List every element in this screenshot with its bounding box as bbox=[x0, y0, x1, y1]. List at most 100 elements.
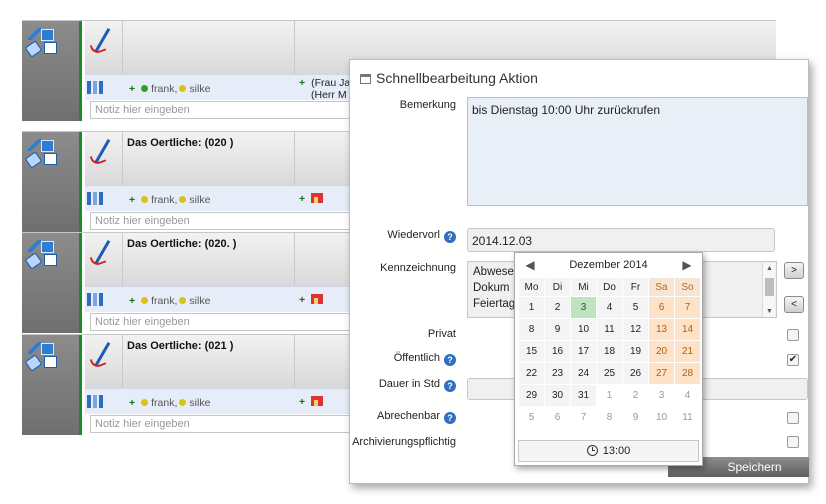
calendar-day[interactable]: 1 bbox=[519, 297, 544, 318]
calendar-day[interactable]: 25 bbox=[597, 363, 622, 384]
participant-name[interactable]: frank, bbox=[151, 397, 177, 409]
tag-icon[interactable] bbox=[24, 40, 43, 58]
calendar-day[interactable]: 8 bbox=[597, 407, 622, 428]
calendar-day[interactable]: 14 bbox=[675, 319, 700, 340]
calendar-day[interactable]: 9 bbox=[545, 319, 570, 340]
calendar-day[interactable]: 13 bbox=[649, 319, 674, 340]
participant-name[interactable]: frank, bbox=[151, 295, 177, 307]
document-icon[interactable] bbox=[44, 42, 57, 54]
list-scrollbar[interactable]: ▲ ▼ bbox=[762, 263, 775, 317]
calendar-day[interactable]: 24 bbox=[571, 363, 596, 384]
archivierung-checkbox[interactable] bbox=[787, 436, 799, 448]
calendar-day[interactable]: 2 bbox=[623, 385, 648, 406]
calendar-day[interactable]: 9 bbox=[623, 407, 648, 428]
signature-icon[interactable] bbox=[89, 239, 117, 269]
calendar-day[interactable]: 10 bbox=[571, 319, 596, 340]
pencil-icon[interactable] bbox=[28, 28, 41, 40]
participant-name[interactable]: silke bbox=[189, 194, 210, 206]
calendar-day[interactable]: 12 bbox=[623, 319, 648, 340]
wiedervorlage-date-input[interactable]: 2014.12.03 bbox=[467, 228, 775, 252]
house-icon[interactable] bbox=[311, 294, 324, 304]
calendar-day[interactable]: 30 bbox=[545, 385, 570, 406]
row-toolbar bbox=[22, 233, 82, 333]
window-icon[interactable] bbox=[41, 29, 54, 41]
calendar-day[interactable]: 19 bbox=[623, 341, 648, 362]
calendar-day[interactable]: 1 bbox=[597, 385, 622, 406]
pencil-icon[interactable] bbox=[28, 240, 41, 252]
calendar-day[interactable]: 31 bbox=[571, 385, 596, 406]
calendar-day[interactable]: 5 bbox=[519, 407, 544, 428]
help-icon[interactable]: ? bbox=[444, 380, 456, 392]
calendar-day[interactable]: 5 bbox=[623, 297, 648, 318]
participant-name[interactable]: silke bbox=[189, 397, 210, 409]
tag-icon[interactable] bbox=[24, 252, 43, 270]
calendar-day[interactable]: 7 bbox=[571, 407, 596, 428]
calendar-day[interactable]: 23 bbox=[545, 363, 570, 384]
privat-checkbox[interactable] bbox=[787, 329, 799, 341]
participant-name[interactable]: frank, bbox=[151, 83, 177, 95]
calendar-day[interactable]: 26 bbox=[623, 363, 648, 384]
calendar-day[interactable]: 11 bbox=[597, 319, 622, 340]
signature-icon[interactable] bbox=[89, 341, 117, 371]
bemerkung-textarea[interactable]: bis Dienstag 10:00 Uhr zurückrufen bbox=[467, 97, 808, 206]
calendar-day[interactable]: 4 bbox=[675, 385, 700, 406]
calendar-day[interactable]: 29 bbox=[519, 385, 544, 406]
calendar-day[interactable]: 4 bbox=[597, 297, 622, 318]
tag-icon[interactable] bbox=[24, 354, 43, 372]
phone-list-icon[interactable] bbox=[87, 395, 105, 408]
house-icon[interactable] bbox=[311, 193, 324, 203]
calendar-day[interactable]: 28 bbox=[675, 363, 700, 384]
time-button[interactable]: 13:00 bbox=[518, 440, 699, 462]
participant-name[interactable]: silke bbox=[189, 83, 210, 95]
calendar-day-selected[interactable]: 3 bbox=[571, 297, 596, 318]
signature-icon[interactable] bbox=[89, 27, 117, 57]
help-icon[interactable]: ? bbox=[444, 231, 456, 243]
calendar-day[interactable]: 17 bbox=[571, 341, 596, 362]
pencil-icon[interactable] bbox=[28, 139, 41, 151]
window-icon[interactable] bbox=[41, 241, 54, 253]
help-icon[interactable]: ? bbox=[444, 354, 456, 366]
kennzeichnung-label: Kennzeichnung bbox=[380, 262, 456, 274]
help-icon[interactable]: ? bbox=[444, 412, 456, 424]
calendar-day[interactable]: 18 bbox=[597, 341, 622, 362]
phone-list-icon[interactable] bbox=[87, 192, 105, 205]
tag-icon[interactable] bbox=[24, 151, 43, 169]
calendar-day[interactable]: 3 bbox=[649, 385, 674, 406]
row-toolbar bbox=[22, 21, 82, 121]
pencil-icon[interactable] bbox=[28, 342, 41, 354]
window-icon[interactable] bbox=[41, 343, 54, 355]
phone-list-icon[interactable] bbox=[87, 293, 105, 306]
calendar-day[interactable]: 2 bbox=[545, 297, 570, 318]
calendar-day[interactable]: 11 bbox=[675, 407, 700, 428]
oeffentlich-checkbox[interactable]: ✔ bbox=[787, 354, 799, 366]
abrechenbar-checkbox[interactable] bbox=[787, 412, 799, 424]
clock-icon bbox=[586, 445, 598, 456]
document-icon[interactable] bbox=[44, 254, 57, 266]
calendar-day[interactable]: 27 bbox=[649, 363, 674, 384]
move-left-button[interactable]: < bbox=[784, 296, 804, 313]
window-icon[interactable] bbox=[41, 140, 54, 152]
house-icon[interactable] bbox=[311, 396, 324, 406]
calendar-day[interactable]: 10 bbox=[649, 407, 674, 428]
calendar-day[interactable]: 6 bbox=[545, 407, 570, 428]
calendar-day[interactable]: 15 bbox=[519, 341, 544, 362]
move-right-button[interactable]: > bbox=[784, 262, 804, 279]
phone-list-icon[interactable] bbox=[87, 81, 105, 94]
calendar-day[interactable]: 22 bbox=[519, 363, 544, 384]
calendar-day[interactable]: 7 bbox=[675, 297, 700, 318]
document-icon[interactable] bbox=[44, 356, 57, 368]
calendar-day[interactable]: 8 bbox=[519, 319, 544, 340]
month-label: Dezember 2014 bbox=[569, 259, 648, 271]
bemerkung-label: Bemerkung bbox=[399, 99, 456, 111]
next-month-button[interactable]: ▶ bbox=[680, 258, 694, 272]
calendar-day[interactable]: 21 bbox=[675, 341, 700, 362]
participant-name[interactable]: frank, bbox=[151, 194, 177, 206]
participant-name[interactable]: silke bbox=[189, 295, 210, 307]
dialog-title: Schnellbearbeitung Aktion bbox=[360, 70, 538, 86]
contact-line: (Frau Ja bbox=[311, 77, 351, 89]
calendar-day[interactable]: 6 bbox=[649, 297, 674, 318]
document-icon[interactable] bbox=[44, 153, 57, 165]
calendar-day[interactable]: 20 bbox=[649, 341, 674, 362]
calendar-day[interactable]: 16 bbox=[545, 341, 570, 362]
signature-icon[interactable] bbox=[89, 138, 117, 168]
